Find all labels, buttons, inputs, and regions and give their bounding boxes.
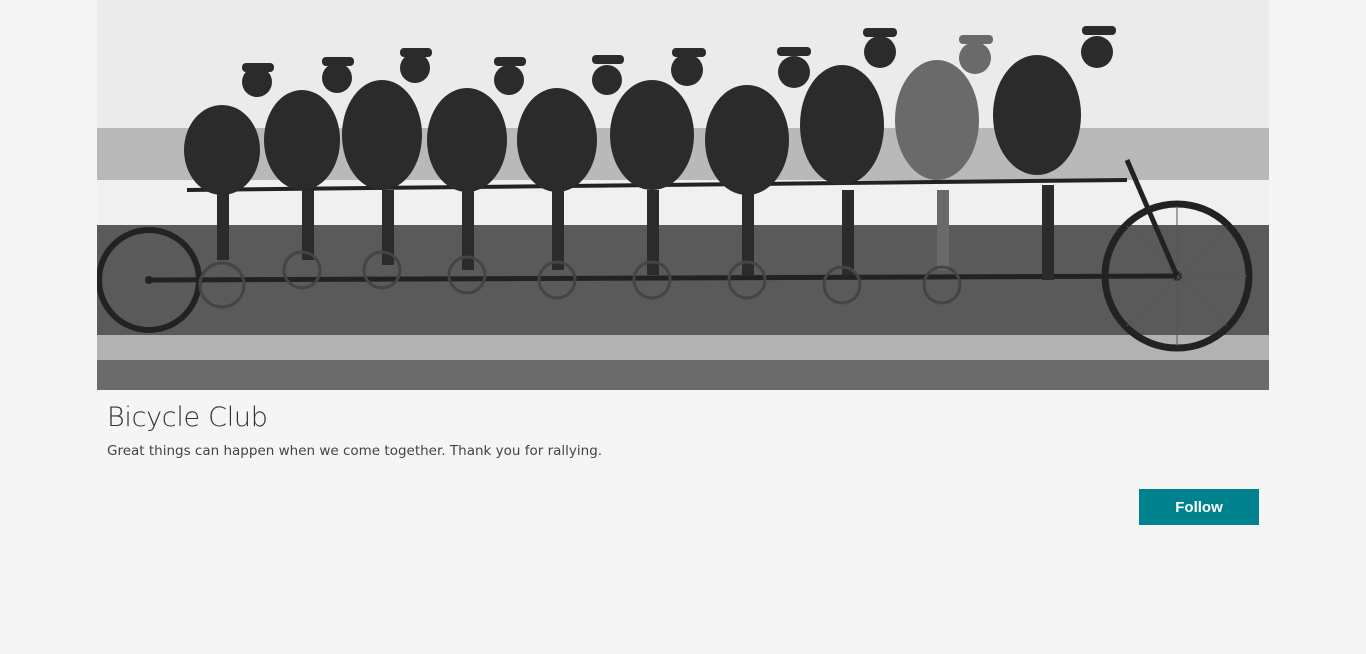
follow-button[interactable]: Follow — [1139, 489, 1259, 525]
group-page: Bicycle Club Great things can happen whe… — [0, 0, 1366, 654]
hero-banner-image — [97, 0, 1269, 390]
group-title: Bicycle Club — [107, 402, 268, 433]
group-photo-icon — [97, 0, 1269, 390]
group-tagline: Great things can happen when we come tog… — [107, 443, 603, 459]
